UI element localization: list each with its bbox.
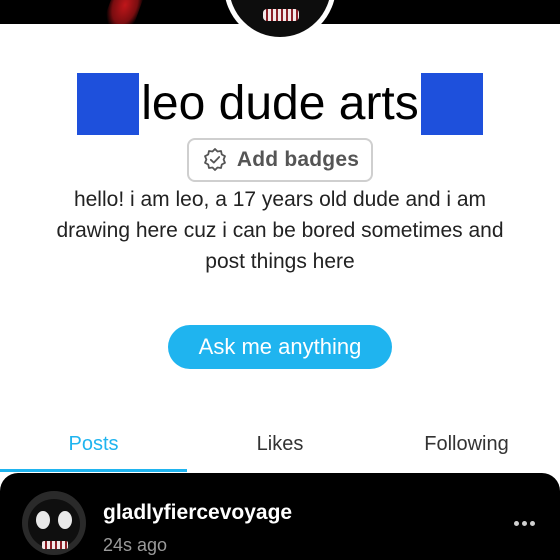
title-right-square: [420, 73, 483, 135]
avatar-eye: [58, 511, 72, 529]
add-badges-label: Add badges: [236, 148, 360, 171]
tab-posts[interactable]: Posts: [0, 416, 187, 472]
tab-likes[interactable]: Likes: [187, 416, 373, 472]
tab-following[interactable]: Following: [373, 416, 560, 472]
post-author-avatar[interactable]: [22, 491, 86, 555]
avatar-eye: [36, 511, 50, 529]
title-left-square: [77, 73, 140, 135]
bio-line: post things here: [205, 250, 355, 273]
post-username[interactable]: gladlyfiercevoyage: [103, 501, 292, 525]
header-image: [102, 0, 148, 24]
blog-title: leo dude arts: [141, 77, 419, 130]
blog-description: hello! i am leo, a 17 years old dude and…: [20, 184, 540, 277]
more-dots-icon[interactable]: [508, 513, 540, 533]
avatar-teeth: [263, 9, 299, 21]
bio-line: hello! i am leo, a 17 years old dude and…: [73, 188, 487, 211]
add-badges-button[interactable]: Add badges: [187, 138, 373, 182]
profile-avatar[interactable]: [224, 0, 336, 42]
bio-line: drawing here cuz i can be bored sometime…: [56, 219, 504, 242]
post-card: gladlyfiercevoyage 24s ago: [0, 473, 560, 560]
badge-icon: [201, 146, 229, 174]
avatar-teeth: [42, 541, 68, 549]
profile-avatar-image: [229, 0, 331, 37]
blog-title-row: leo dude arts: [0, 72, 560, 136]
profile-tabs: Posts Likes Following: [0, 416, 560, 472]
ask-me-anything-button[interactable]: Ask me anything: [168, 325, 392, 369]
post-timestamp: 24s ago: [103, 535, 168, 555]
